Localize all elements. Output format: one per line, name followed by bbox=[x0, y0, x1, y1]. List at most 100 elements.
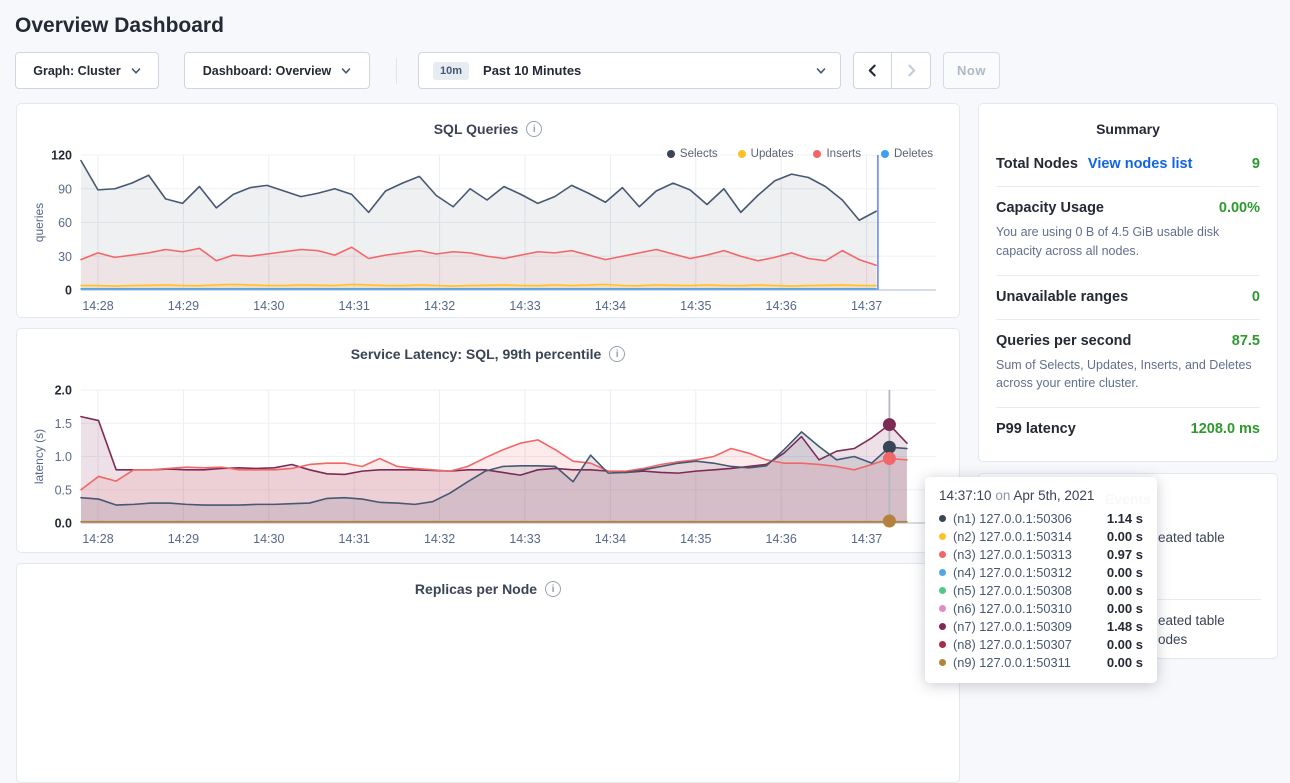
node-dot-icon bbox=[939, 587, 946, 594]
node-dot-icon bbox=[939, 533, 946, 540]
legend-item-selects[interactable]: Selects bbox=[667, 148, 718, 160]
svg-text:14:33: 14:33 bbox=[509, 532, 540, 546]
svg-text:14:32: 14:32 bbox=[424, 299, 455, 313]
svg-text:1.0: 1.0 bbox=[55, 450, 72, 464]
svg-text:queries: queries bbox=[32, 203, 46, 242]
svg-text:14:36: 14:36 bbox=[766, 532, 797, 546]
tooltip-node-row: (n2) 127.0.0.1:503140.00 s bbox=[939, 527, 1143, 545]
capacity-desc: You are using 0 B of 4.5 GiB usable disk… bbox=[996, 223, 1260, 261]
svg-text:1.5: 1.5 bbox=[55, 417, 72, 431]
page-title: Overview Dashboard bbox=[0, 0, 1290, 38]
svg-text:14:32: 14:32 bbox=[424, 532, 455, 546]
svg-text:30: 30 bbox=[58, 250, 72, 264]
qps-label: Queries per second bbox=[996, 333, 1131, 349]
node-latency-value: 0.00 s bbox=[1107, 601, 1143, 616]
inserts-dot-icon bbox=[813, 150, 821, 158]
total-nodes-value: 9 bbox=[1252, 156, 1260, 172]
node-address: (n7) 127.0.0.1:50309 bbox=[953, 619, 1072, 634]
charts-column: SQL Queries i Selects Updates Inserts bbox=[16, 103, 960, 659]
svg-text:0: 0 bbox=[65, 284, 72, 298]
toolbar-divider bbox=[396, 58, 397, 84]
p99-latency-label: P99 latency bbox=[996, 421, 1076, 437]
service-latency-chart[interactable]: 0.00.51.01.52.014:2814:2914:3014:3114:32… bbox=[17, 380, 959, 552]
svg-text:0.0: 0.0 bbox=[55, 517, 72, 531]
event-item-fragment[interactable]: eated table bbox=[1158, 613, 1225, 628]
time-range-label: Past 10 Minutes bbox=[483, 63, 581, 78]
legend-item-updates[interactable]: Updates bbox=[738, 148, 794, 160]
sql-queries-legend: Selects Updates Inserts Deletes bbox=[667, 148, 933, 160]
svg-text:14:29: 14:29 bbox=[168, 532, 199, 546]
qps-value: 87.5 bbox=[1232, 333, 1260, 349]
svg-text:14:30: 14:30 bbox=[253, 299, 284, 313]
chart-tooltip: 14:37:10 on Apr 5th, 2021 (n1) 127.0.0.1… bbox=[925, 477, 1157, 683]
summary-row-qps: Queries per second 87.5 Sum of Selects, … bbox=[996, 320, 1260, 409]
node-address: (n9) 127.0.0.1:50311 bbox=[953, 655, 1071, 670]
toolbar: Graph: Cluster Dashboard: Overview 10m P… bbox=[15, 52, 1278, 89]
svg-text:14:33: 14:33 bbox=[509, 299, 540, 313]
svg-text:14:28: 14:28 bbox=[82, 532, 113, 546]
svg-text:14:37: 14:37 bbox=[851, 299, 882, 313]
svg-text:120: 120 bbox=[51, 149, 72, 163]
updates-dot-icon bbox=[738, 150, 746, 158]
info-icon[interactable]: i bbox=[526, 121, 542, 137]
graph-dropdown[interactable]: Graph: Cluster bbox=[15, 52, 159, 89]
svg-text:latency (s): latency (s) bbox=[32, 429, 46, 484]
node-address: (n5) 127.0.0.1:50308 bbox=[953, 583, 1072, 598]
tooltip-node-row: (n4) 127.0.0.1:503120.00 s bbox=[939, 563, 1143, 581]
node-dot-icon bbox=[939, 623, 946, 630]
tooltip-rows: (n1) 127.0.0.1:503061.14 s(n2) 127.0.0.1… bbox=[939, 509, 1143, 671]
summary-panel: Summary Total Nodes View nodes list 9 Ca… bbox=[978, 103, 1278, 462]
node-address: (n8) 127.0.0.1:50307 bbox=[953, 637, 1072, 652]
total-nodes-label: Total Nodes bbox=[996, 156, 1078, 172]
svg-text:14:29: 14:29 bbox=[168, 299, 199, 313]
summary-row-unavailable: Unavailable ranges 0 bbox=[996, 276, 1260, 320]
node-latency-value: 0.00 s bbox=[1107, 637, 1143, 652]
node-address: (n6) 127.0.0.1:50310 bbox=[953, 601, 1072, 616]
unavailable-ranges-value: 0 bbox=[1252, 289, 1260, 305]
capacity-value: 0.00% bbox=[1219, 200, 1260, 216]
dashboard-dropdown-label: Dashboard: Overview bbox=[203, 64, 332, 78]
tooltip-node-row: (n9) 127.0.0.1:503110.00 s bbox=[939, 653, 1143, 671]
graph-dropdown-label: Graph: Cluster bbox=[33, 64, 121, 78]
node-latency-value: 1.14 s bbox=[1107, 511, 1143, 526]
svg-text:14:35: 14:35 bbox=[680, 532, 711, 546]
info-icon[interactable]: i bbox=[545, 581, 561, 597]
service-latency-chart-title: Service Latency: SQL, 99th percentile bbox=[351, 346, 602, 362]
legend-item-inserts[interactable]: Inserts bbox=[813, 148, 861, 160]
deletes-dot-icon bbox=[881, 150, 889, 158]
node-dot-icon bbox=[939, 515, 946, 522]
svg-text:60: 60 bbox=[58, 216, 72, 230]
selects-dot-icon bbox=[667, 150, 675, 158]
summary-row-p99: P99 latency 1208.0 ms bbox=[996, 408, 1260, 451]
node-latency-value: 0.00 s bbox=[1107, 565, 1143, 580]
node-latency-value: 0.97 s bbox=[1107, 547, 1143, 562]
dashboard-dropdown[interactable]: Dashboard: Overview bbox=[184, 52, 370, 89]
summary-row-capacity: Capacity Usage 0.00% You are using 0 B o… bbox=[996, 187, 1260, 276]
node-dot-icon bbox=[939, 605, 946, 612]
tooltip-node-row: (n3) 127.0.0.1:503130.97 s bbox=[939, 545, 1143, 563]
info-icon[interactable]: i bbox=[609, 346, 625, 362]
event-item-fragment[interactable]: odes bbox=[1158, 632, 1187, 647]
svg-text:14:34: 14:34 bbox=[595, 299, 626, 313]
node-latency-value: 0.00 s bbox=[1107, 583, 1143, 598]
svg-text:90: 90 bbox=[58, 182, 72, 196]
capacity-label: Capacity Usage bbox=[996, 200, 1104, 216]
time-range-badge: 10m bbox=[433, 62, 469, 80]
view-nodes-list-link[interactable]: View nodes list bbox=[1088, 156, 1193, 172]
time-range-selector[interactable]: 10m Past 10 Minutes bbox=[418, 52, 841, 89]
svg-text:14:31: 14:31 bbox=[339, 299, 370, 313]
svg-text:14:37: 14:37 bbox=[851, 532, 882, 546]
time-next-button[interactable] bbox=[892, 52, 931, 89]
sql-queries-card: SQL Queries i Selects Updates Inserts bbox=[16, 103, 960, 318]
sql-queries-chart[interactable]: 030609012014:2814:2914:3014:3114:3214:33… bbox=[17, 145, 959, 317]
time-prev-button[interactable] bbox=[853, 52, 892, 89]
chevron-down-icon bbox=[341, 66, 351, 76]
overview-dashboard-page: { "page": { "title": "Overview Dashboard… bbox=[0, 0, 1290, 689]
event-item-fragment[interactable]: eated table bbox=[1158, 530, 1225, 545]
legend-item-deletes[interactable]: Deletes bbox=[881, 148, 933, 160]
qps-desc: Sum of Selects, Updates, Inserts, and De… bbox=[996, 356, 1260, 394]
now-button[interactable]: Now bbox=[943, 52, 1000, 89]
svg-text:14:36: 14:36 bbox=[766, 299, 797, 313]
svg-text:0.5: 0.5 bbox=[55, 483, 72, 497]
node-latency-value: 1.48 s bbox=[1107, 619, 1143, 634]
